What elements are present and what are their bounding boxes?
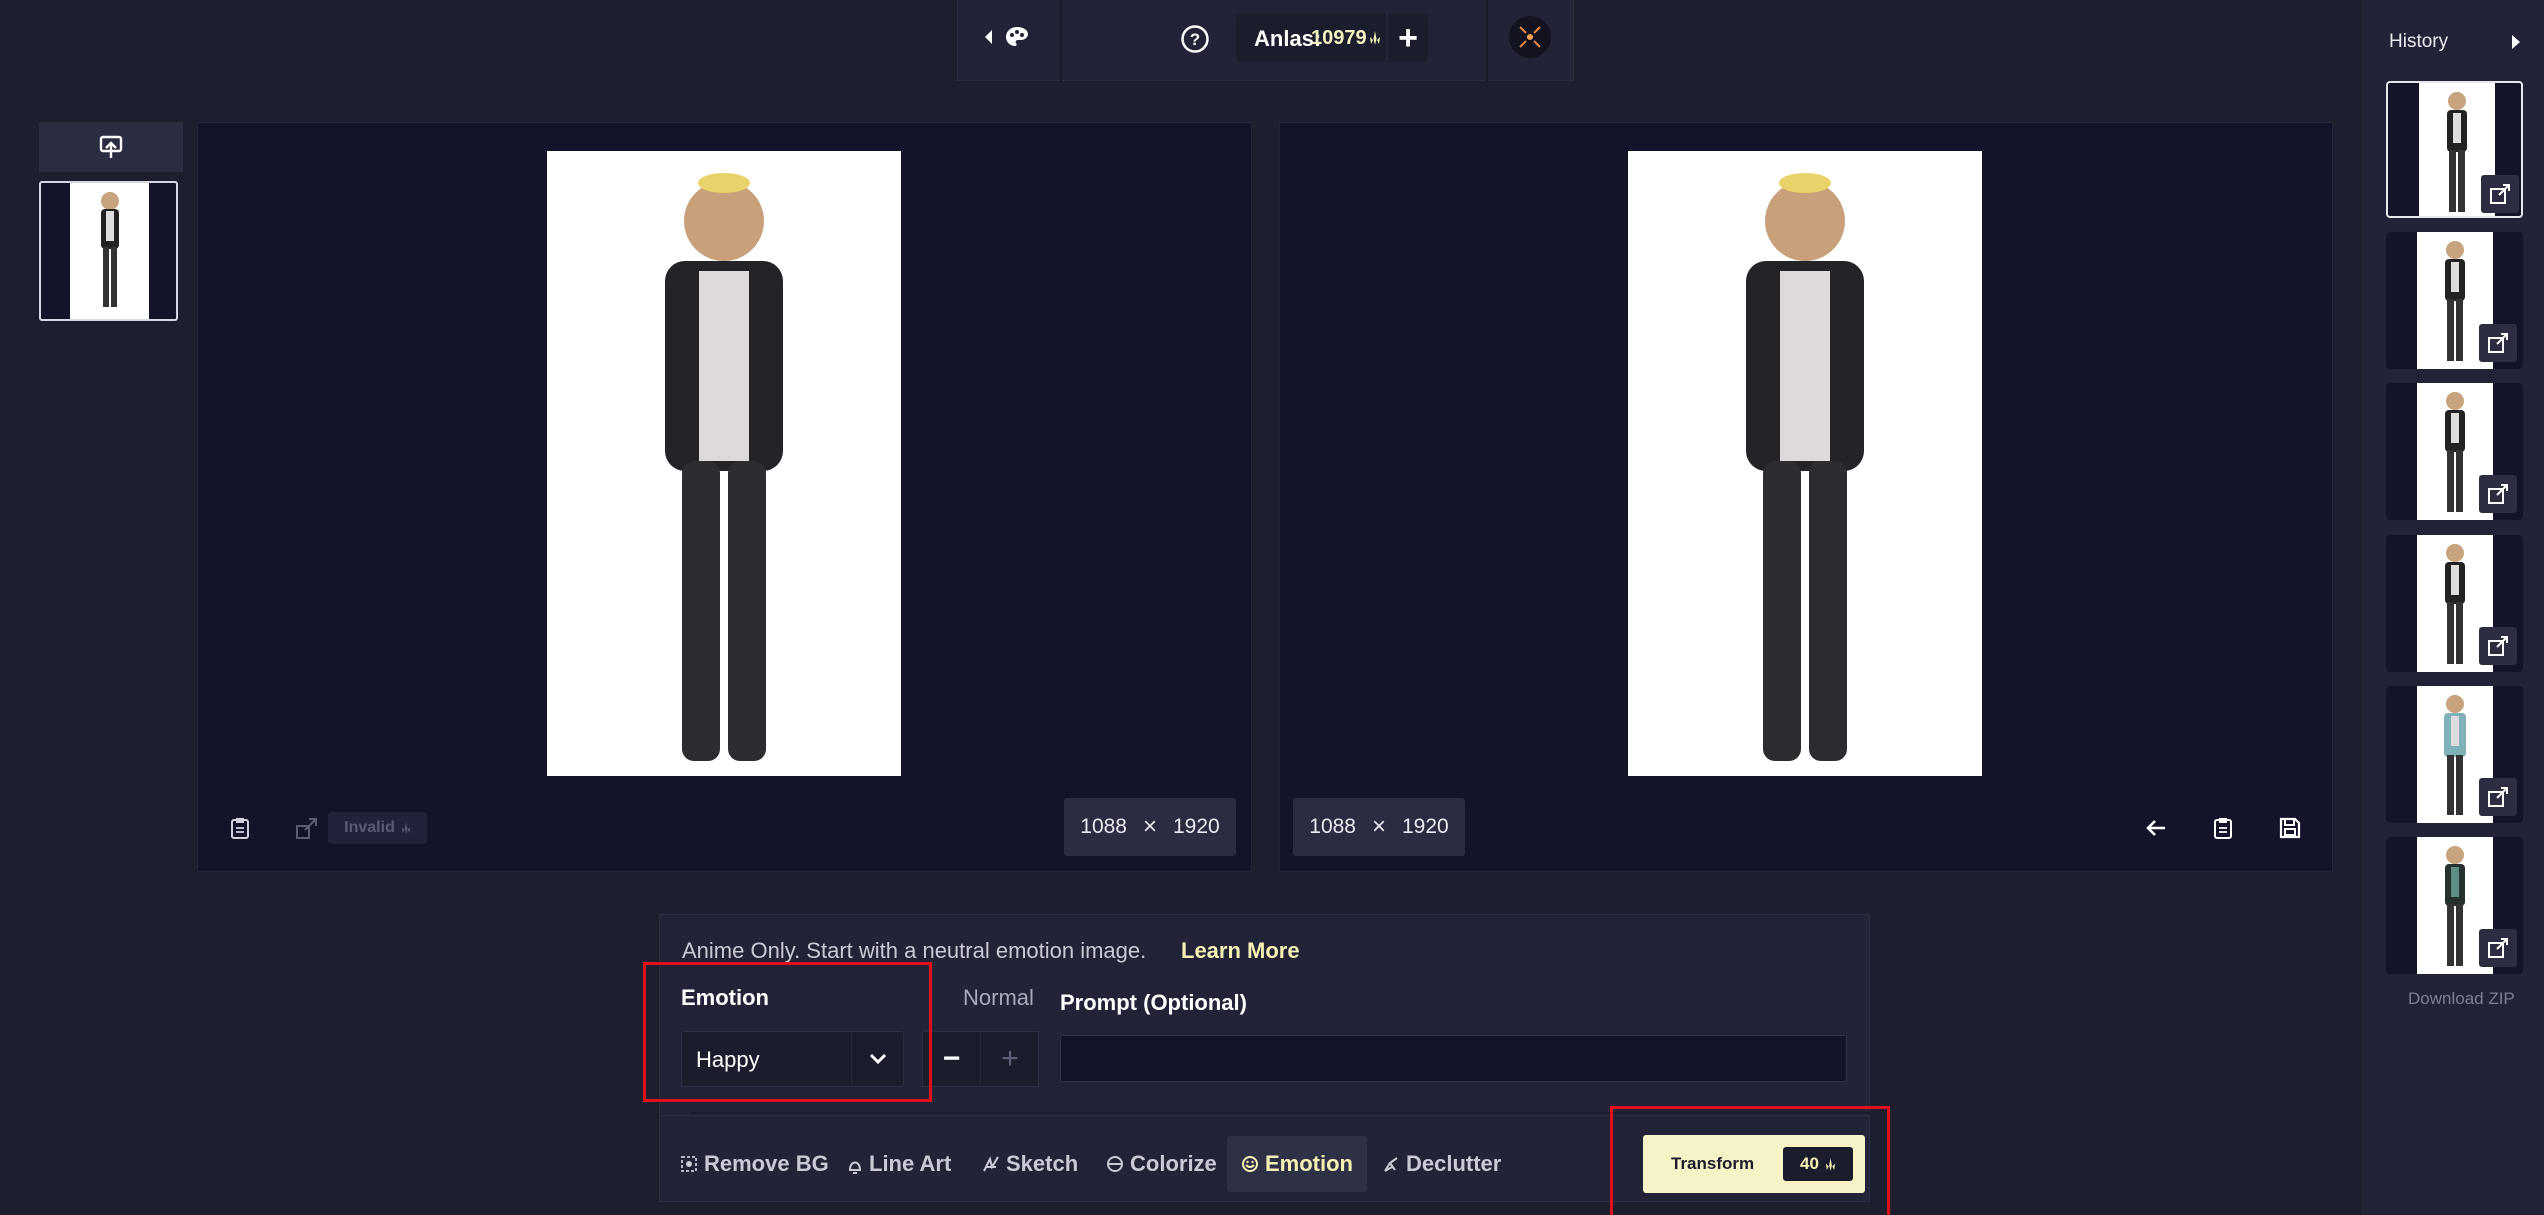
clipboard-icon (2214, 818, 2232, 839)
highlight-emotion-select (643, 962, 932, 1102)
character-figure (665, 173, 783, 761)
colorize-icon (1107, 1156, 1123, 1172)
tab-label: Declutter (1406, 1151, 1502, 1176)
prompt-input[interactable] (1060, 1035, 1847, 1082)
character-figure (1746, 173, 1864, 761)
use-as-source-button[interactable] (2140, 812, 2172, 844)
top-toolbar: ? Anlas: 10979 + (957, 0, 1574, 81)
svg-text:?: ? (1190, 30, 1200, 49)
upscale-icon (296, 818, 317, 839)
learn-more-link[interactable]: Learn More (1181, 938, 1300, 964)
arrow-left-icon (2146, 820, 2165, 836)
use-image-icon[interactable] (2479, 324, 2517, 362)
times-icon: × (1142, 813, 1157, 840)
tab-sketch[interactable]: Sketch (968, 1136, 1092, 1192)
anlas-icon (1370, 31, 1380, 45)
tab-label: Sketch (1006, 1151, 1079, 1176)
character-figure (101, 192, 119, 307)
history-item[interactable] (2386, 232, 2523, 369)
use-image-icon[interactable] (2479, 475, 2517, 513)
avatar-icon (1519, 26, 1541, 48)
result-width: 1088 (1309, 815, 1356, 838)
tab-colorize[interactable]: Colorize (1092, 1136, 1231, 1192)
avatar[interactable] (1509, 16, 1551, 58)
upload-image-button[interactable] (39, 122, 183, 172)
copy-result-button[interactable] (2207, 812, 2239, 844)
source-dimensions: 1088 × 1920 (1064, 798, 1236, 856)
back-button[interactable] (976, 20, 1036, 54)
tool-hint: Anime Only. Start with a neutral emotion… (682, 938, 1147, 963)
highlight-transform-button (1610, 1106, 1890, 1215)
source-height: 1920 (1173, 815, 1220, 838)
source-image-thumbnail[interactable] (39, 181, 178, 321)
plus-icon: + (1398, 18, 1418, 57)
clipboard-icon (231, 818, 249, 839)
history-item[interactable] (2386, 383, 2523, 520)
anlas-balance: Anlas: 10979 + (1236, 14, 1428, 62)
upscale-cost-badge: Invalid (328, 812, 427, 844)
tab-line-art[interactable]: Line Art (833, 1136, 965, 1192)
tab-emotion[interactable]: Emotion (1227, 1136, 1367, 1192)
save-icon (2279, 817, 2301, 839)
invalid-label: Invalid (344, 819, 395, 836)
remove-bg-icon (681, 1156, 697, 1172)
collapse-history-button[interactable] (2504, 28, 2528, 56)
emotion-strength-label: Normal (963, 985, 1034, 1010)
prompt-label: Prompt (Optional) (1060, 990, 1247, 1015)
add-anlas-button[interactable]: + (1386, 14, 1428, 62)
history-item[interactable] (2386, 81, 2523, 218)
times-icon: × (1371, 813, 1386, 840)
tab-label: Colorize (1130, 1151, 1217, 1176)
tab-label: Remove BG (704, 1151, 829, 1176)
caret-left-icon (985, 30, 992, 44)
history-item[interactable] (2386, 837, 2523, 974)
help-button[interactable]: ? (1176, 20, 1214, 58)
use-image-icon[interactable] (2479, 627, 2517, 665)
use-image-icon[interactable] (2481, 175, 2519, 213)
palette-icon (1006, 27, 1028, 46)
source-image[interactable] (547, 151, 901, 776)
result-height: 1920 (1402, 815, 1449, 838)
result-image[interactable] (1628, 151, 1982, 776)
sketch-icon (983, 1156, 999, 1172)
caret-right-icon (2512, 35, 2520, 49)
source-width: 1088 (1080, 815, 1127, 838)
upload-icon (99, 135, 123, 158)
line-art-icon (848, 1161, 862, 1174)
minus-icon: − (942, 1042, 961, 1075)
upscale-button[interactable] (292, 812, 322, 844)
tab-label: Line Art (869, 1151, 952, 1176)
plus-icon: + (1001, 1042, 1019, 1075)
emotion-strength-stepper: − + (922, 1031, 1039, 1087)
anlas-value: 10979 (1311, 27, 1367, 49)
help-circle-icon: ? (1181, 25, 1209, 53)
anlas-icon (401, 822, 411, 834)
tab-declutter[interactable]: Declutter (1368, 1136, 1515, 1192)
download-zip-link[interactable]: Download ZIP (2408, 989, 2515, 1009)
history-item[interactable] (2386, 535, 2523, 672)
use-image-icon[interactable] (2479, 929, 2517, 967)
result-dimensions: 1088 × 1920 (1293, 798, 1465, 856)
emotion-icon (1242, 1156, 1258, 1172)
history-item[interactable] (2386, 686, 2523, 823)
copy-source-button[interactable] (225, 812, 255, 844)
use-image-icon[interactable] (2479, 778, 2517, 816)
save-result-button[interactable] (2274, 812, 2306, 844)
tab-label: Emotion (1265, 1151, 1353, 1176)
history-title: History (2389, 31, 2449, 52)
increase-strength-button[interactable]: + (981, 1032, 1039, 1086)
tab-remove-bg[interactable]: Remove BG (666, 1136, 843, 1192)
declutter-icon (1384, 1157, 1398, 1172)
